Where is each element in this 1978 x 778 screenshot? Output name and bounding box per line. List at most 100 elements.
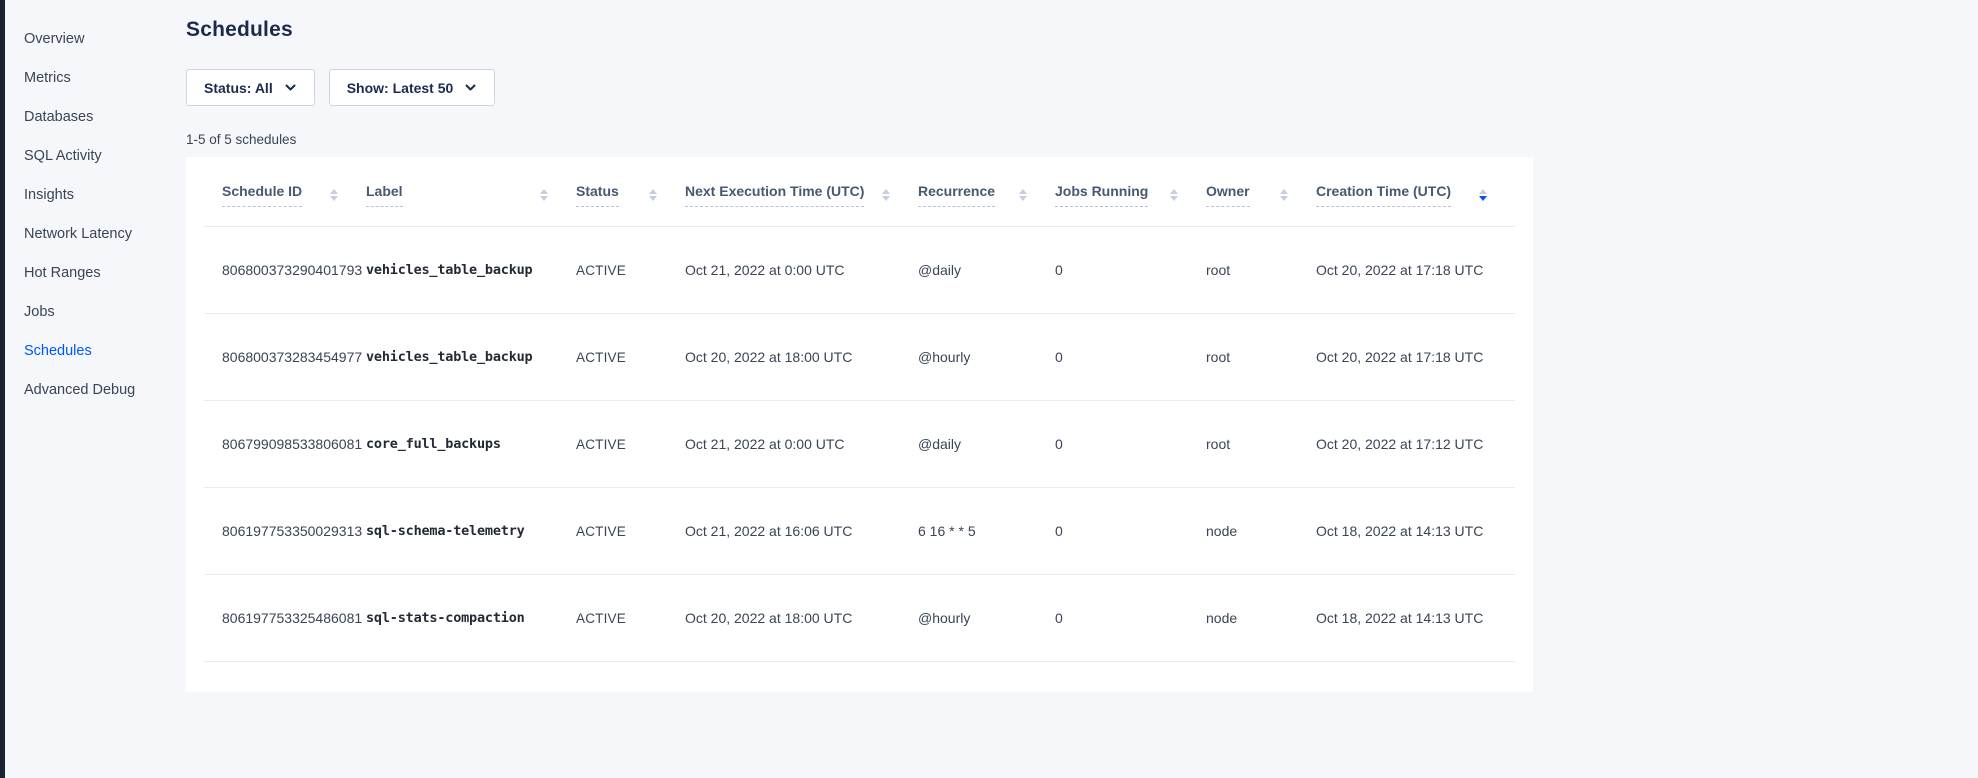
sort-up-arrow	[1170, 189, 1178, 194]
cell-creation-time: Oct 20, 2022 at 17:18 UTC	[1316, 262, 1515, 278]
cell-recurrence: @hourly	[918, 349, 1055, 365]
results-count: 1-5 of 5 schedules	[186, 132, 1978, 147]
cell-creation-time: Oct 20, 2022 at 17:18 UTC	[1316, 349, 1515, 365]
show-filter-label: Show: Latest 50	[347, 80, 454, 96]
sort-down-arrow	[1280, 196, 1288, 201]
column-header-next-execution-time-utc[interactable]: Next Execution Time (UTC)	[685, 183, 918, 207]
sidebar-item-jobs[interactable]: Jobs	[5, 293, 186, 332]
table-row[interactable]: 806197753325486081 sql-stats-compaction …	[204, 575, 1515, 662]
column-header-owner[interactable]: Owner	[1206, 183, 1316, 207]
page-title: Schedules	[186, 18, 1978, 42]
column-header-label[interactable]: Label	[366, 183, 576, 207]
cell-schedule-id: 806197753325486081	[204, 610, 366, 626]
cell-next-execution: Oct 21, 2022 at 0:00 UTC	[685, 262, 918, 278]
cell-label: sql-stats-compaction	[366, 610, 576, 626]
table-row[interactable]: 806800373283454977 vehicles_table_backup…	[204, 314, 1515, 401]
sort-icon[interactable]	[1170, 189, 1178, 201]
sort-icon[interactable]	[1479, 189, 1487, 201]
sidebar-item-metrics[interactable]: Metrics	[5, 59, 186, 98]
cell-jobs-running: 0	[1055, 436, 1206, 452]
cell-owner: root	[1206, 262, 1316, 278]
sidebar-item-schedules[interactable]: Schedules	[5, 332, 186, 371]
column-header-label: Schedule ID	[222, 183, 302, 207]
chevron-down-icon	[284, 81, 297, 94]
cell-recurrence: @daily	[918, 262, 1055, 278]
sidebar-item-advanced-debug[interactable]: Advanced Debug	[5, 371, 186, 410]
sort-down-arrow	[1170, 196, 1178, 201]
sort-down-arrow	[1019, 196, 1027, 201]
cell-owner: node	[1206, 523, 1316, 539]
cell-status: ACTIVE	[576, 437, 685, 452]
cell-owner: root	[1206, 436, 1316, 452]
sort-down-arrow	[540, 196, 548, 201]
show-filter-dropdown[interactable]: Show: Latest 50	[329, 69, 496, 106]
column-header-recurrence[interactable]: Recurrence	[918, 183, 1055, 207]
table-header-row: Schedule ID Label Status Next Execution …	[204, 157, 1515, 227]
sort-up-arrow	[330, 189, 338, 194]
sidebar-item-insights[interactable]: Insights	[5, 176, 186, 215]
column-header-label: Creation Time (UTC)	[1316, 183, 1451, 207]
sort-up-arrow	[540, 189, 548, 194]
cell-schedule-id: 806197753350029313	[204, 523, 366, 539]
sidebar-item-databases[interactable]: Databases	[5, 98, 186, 137]
cell-label: core_full_backups	[366, 436, 576, 452]
cell-label: sql-schema-telemetry	[366, 523, 576, 539]
sort-up-arrow	[882, 189, 890, 194]
cell-jobs-running: 0	[1055, 523, 1206, 539]
sort-up-arrow	[649, 189, 657, 194]
sidebar-item-network-latency[interactable]: Network Latency	[5, 215, 186, 254]
sort-up-arrow	[1019, 189, 1027, 194]
table-body: 806800373290401793 vehicles_table_backup…	[186, 227, 1533, 662]
cell-next-execution: Oct 21, 2022 at 16:06 UTC	[685, 523, 918, 539]
sort-down-arrow	[330, 196, 338, 201]
filters-bar: Status: All Show: Latest 50	[186, 69, 1978, 106]
status-filter-dropdown[interactable]: Status: All	[186, 69, 315, 106]
cell-status: ACTIVE	[576, 524, 685, 539]
sort-icon[interactable]	[540, 189, 548, 201]
cell-status: ACTIVE	[576, 611, 685, 626]
sort-icon[interactable]	[1280, 189, 1288, 201]
cell-recurrence: @hourly	[918, 610, 1055, 626]
sort-icon[interactable]	[882, 189, 890, 201]
cell-label: vehicles_table_backup	[366, 349, 576, 365]
schedules-table-card: Schedule ID Label Status Next Execution …	[186, 157, 1533, 692]
cell-next-execution: Oct 21, 2022 at 0:00 UTC	[685, 436, 918, 452]
sort-icon[interactable]	[649, 189, 657, 201]
cell-recurrence: @daily	[918, 436, 1055, 452]
table-row[interactable]: 806197753350029313 sql-schema-telemetry …	[204, 488, 1515, 575]
main-content: Schedules Status: All Show: Latest 50 1-…	[186, 0, 1978, 778]
cell-status: ACTIVE	[576, 263, 685, 278]
cell-owner: root	[1206, 349, 1316, 365]
sort-down-arrow	[649, 196, 657, 201]
column-header-schedule-id[interactable]: Schedule ID	[204, 183, 366, 207]
sidebar-item-hot-ranges[interactable]: Hot Ranges	[5, 254, 186, 293]
cell-jobs-running: 0	[1055, 610, 1206, 626]
status-filter-label: Status: All	[204, 80, 273, 96]
chevron-down-icon	[464, 81, 477, 94]
cell-recurrence: 6 16 * * 5	[918, 523, 1055, 539]
column-header-status[interactable]: Status	[576, 183, 685, 207]
column-header-label: Jobs Running	[1055, 183, 1148, 207]
cell-next-execution: Oct 20, 2022 at 18:00 UTC	[685, 610, 918, 626]
cell-creation-time: Oct 18, 2022 at 14:13 UTC	[1316, 610, 1515, 626]
column-header-label: Recurrence	[918, 183, 995, 207]
cell-creation-time: Oct 18, 2022 at 14:13 UTC	[1316, 523, 1515, 539]
column-header-label: Next Execution Time (UTC)	[685, 183, 864, 207]
sidebar-item-sql-activity[interactable]: SQL Activity	[5, 137, 186, 176]
sort-icon[interactable]	[1019, 189, 1027, 201]
cell-creation-time: Oct 20, 2022 at 17:12 UTC	[1316, 436, 1515, 452]
table-row[interactable]: 806799098533806081 core_full_backups ACT…	[204, 401, 1515, 488]
cell-schedule-id: 806799098533806081	[204, 436, 366, 452]
cell-next-execution: Oct 20, 2022 at 18:00 UTC	[685, 349, 918, 365]
sort-down-arrow	[1479, 196, 1487, 201]
sidebar-item-overview[interactable]: Overview	[5, 20, 186, 59]
column-header-label: Owner	[1206, 183, 1250, 207]
column-header-creation-time-utc[interactable]: Creation Time (UTC)	[1316, 183, 1515, 207]
column-header-jobs-running[interactable]: Jobs Running	[1055, 183, 1206, 207]
sort-up-arrow	[1280, 189, 1288, 194]
cell-jobs-running: 0	[1055, 349, 1206, 365]
table-row[interactable]: 806800373290401793 vehicles_table_backup…	[204, 227, 1515, 314]
sort-icon[interactable]	[330, 189, 338, 201]
cell-status: ACTIVE	[576, 350, 685, 365]
cell-jobs-running: 0	[1055, 262, 1206, 278]
